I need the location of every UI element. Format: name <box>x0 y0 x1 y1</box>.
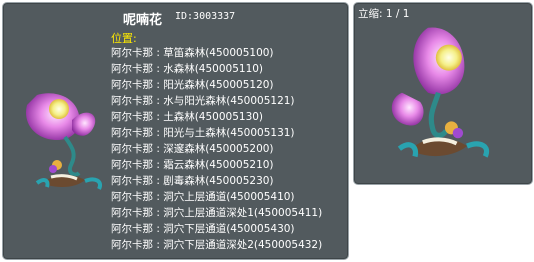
monster-info-panel: 呢喃花 ID:3003337 位置: 阿尔卡那 : 草笛森林(450005100… <box>2 2 349 260</box>
location-item: 阿尔卡那 : 剧毒森林(450005230) <box>111 175 274 187</box>
monster-id: ID:3003337 <box>175 11 236 22</box>
location-item: 阿尔卡那 : 草笛森林(450005100) <box>111 47 274 59</box>
location-item: 阿尔卡那 : 水森林(450005110) <box>111 63 264 75</box>
location-item: 阿尔卡那 : 土森林(450005130) <box>111 111 264 123</box>
stand-frame-panel: 立缩: 1 / 1 <box>353 2 533 185</box>
location-item: 阿尔卡那 : 深邃森林(450005200) <box>111 143 274 155</box>
monster-name: 呢喃花 <box>123 13 163 28</box>
location-label: 位置: <box>111 32 137 45</box>
monster-sprite <box>26 93 102 190</box>
location-item: 阿尔卡那 : 洞穴上层通道深处1(450005411) <box>111 207 323 219</box>
location-item: 阿尔卡那 : 洞穴下层通道(450005430) <box>111 223 295 235</box>
location-item: 阿尔卡那 : 阳光与土森林(450005131) <box>111 127 295 139</box>
location-item: 阿尔卡那 : 水与阳光森林(450005121) <box>111 95 295 107</box>
location-item: 阿尔卡那 : 霜云森林(450005210) <box>111 159 274 171</box>
location-list: 阿尔卡那 : 草笛森林(450005100) 阿尔卡那 : 水森林(450005… <box>111 45 322 253</box>
location-item: 阿尔卡那 : 阳光森林(450005120) <box>111 79 274 91</box>
stand-frame-counter: 立缩: 1 / 1 <box>358 8 410 20</box>
monster-stand-sprite <box>391 27 490 158</box>
location-item: 阿尔卡那 : 洞穴上层通道(450005410) <box>111 191 295 203</box>
location-item: 阿尔卡那 : 洞穴下层通道深处2(450005432) <box>111 239 323 251</box>
